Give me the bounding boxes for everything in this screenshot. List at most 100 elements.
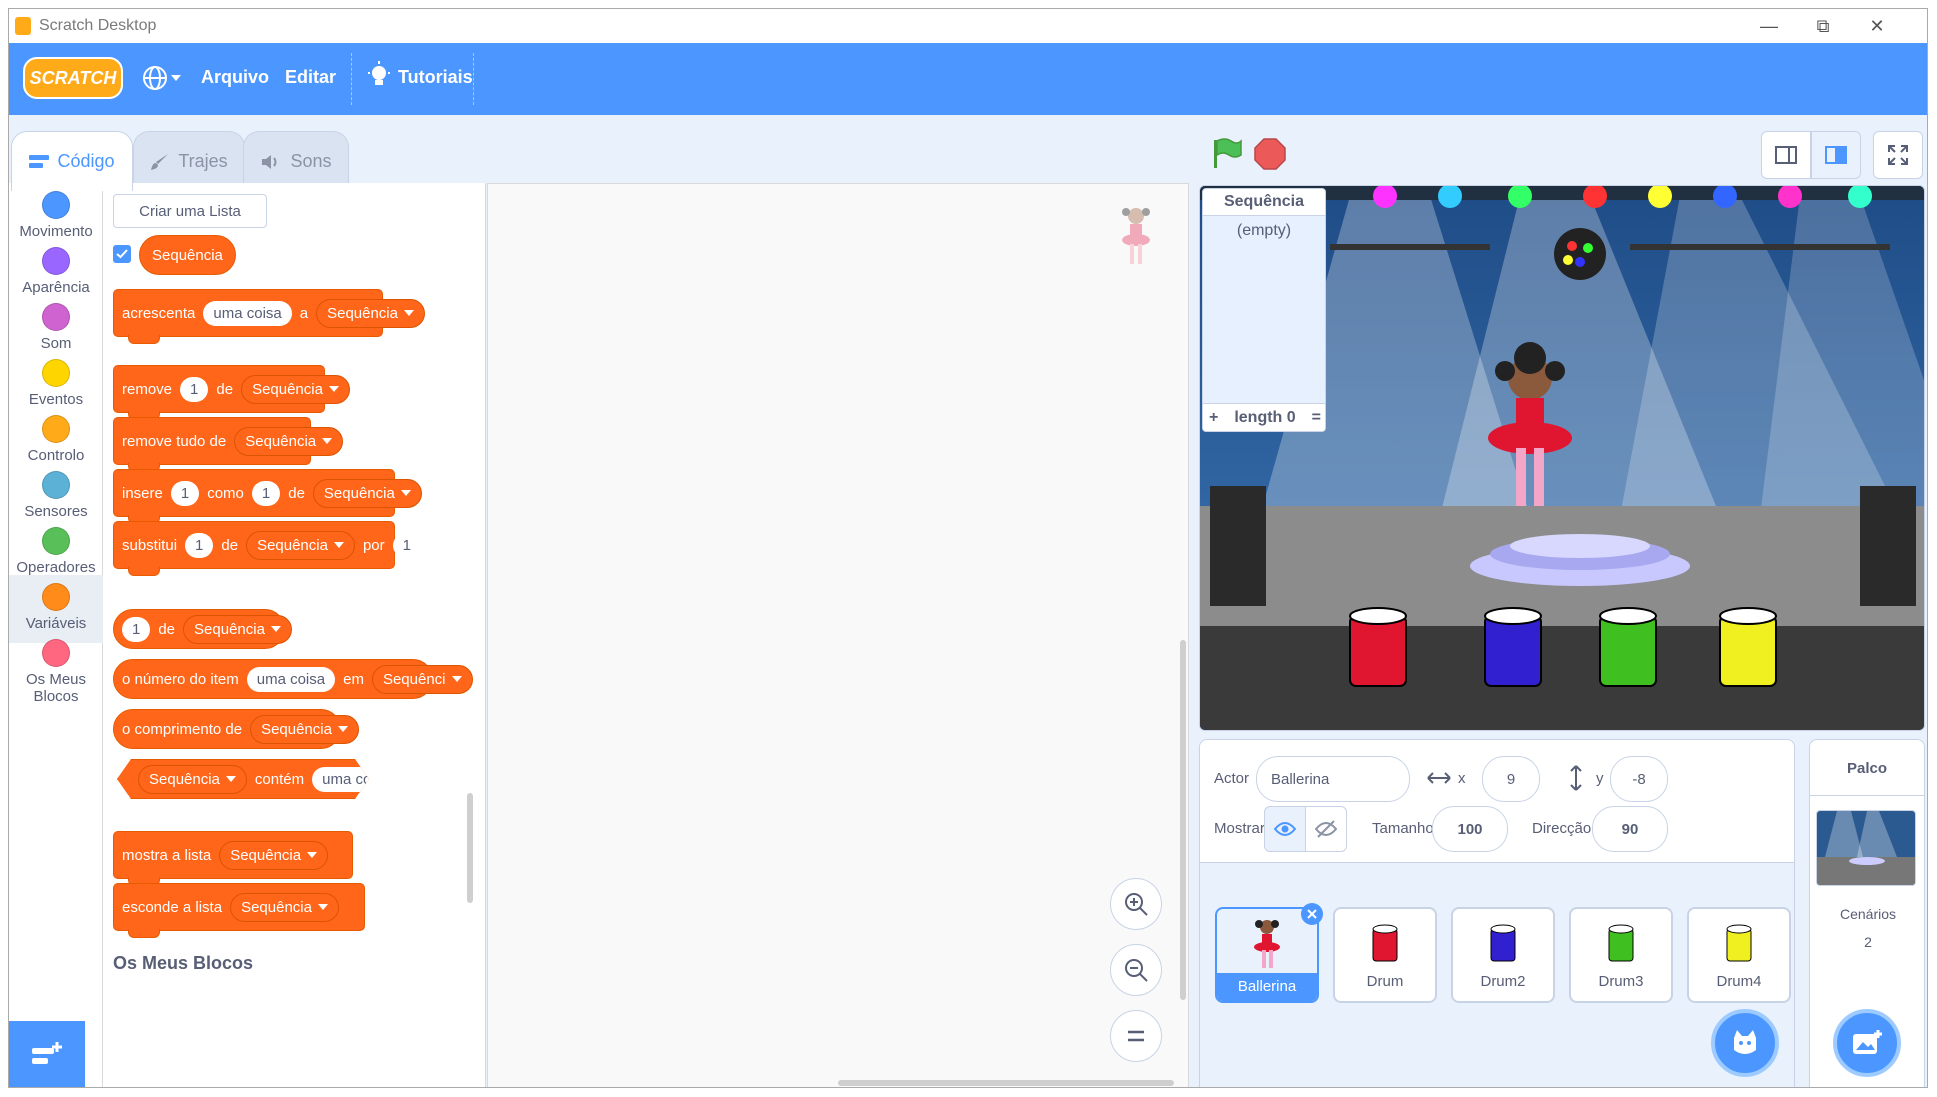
list-add-button[interactable]: + <box>1209 409 1218 427</box>
choose-sprite-button[interactable] <box>1711 1009 1779 1077</box>
tab-code-label: Código <box>57 151 115 171</box>
minimize-button[interactable]: — <box>1747 9 1791 43</box>
index-input[interactable]: 1 <box>180 376 209 402</box>
sprite-name-input[interactable]: Ballerina <box>1256 756 1410 802</box>
list-dropdown[interactable]: Sequênci <box>371 664 473 694</box>
close-button[interactable]: ✕ <box>1855 9 1899 43</box>
stage-canvas[interactable]: Sequência (empty) + length 0 = <box>1199 185 1925 731</box>
insert-item-block[interactable]: insere 1 como 1 de Sequência <box>113 469 422 524</box>
app-icon <box>15 17 31 35</box>
direction-input[interactable]: 90 <box>1592 806 1668 852</box>
script-horizontal-scrollbar[interactable] <box>838 1080 1174 1086</box>
add-value-input[interactable]: uma coisa <box>203 300 292 326</box>
sprite-tile-drum4[interactable]: Drum4 <box>1687 907 1791 1003</box>
stage-thumbnail[interactable] <box>1816 810 1916 886</box>
window-title: Scratch Desktop <box>39 17 157 34</box>
show-hidden-button[interactable] <box>1305 806 1347 852</box>
sprite-tile-drum2[interactable]: Drum2 <box>1451 907 1555 1003</box>
drum-thumbnail-icon <box>1726 924 1752 962</box>
palette-scrollbar[interactable] <box>467 793 473 903</box>
x-label: x <box>1458 770 1466 787</box>
list-dropdown[interactable]: Sequência <box>241 374 350 404</box>
list-checkbox[interactable] <box>113 245 131 263</box>
category-color-dot-icon <box>42 527 70 555</box>
sprite-ghost-icon <box>1116 204 1156 273</box>
insert-index-input[interactable]: 1 <box>251 480 281 506</box>
large-stage-button[interactable] <box>1811 131 1861 179</box>
zoom-out-button[interactable] <box>1110 944 1162 996</box>
list-reporter-label: Sequência <box>152 246 223 264</box>
maximize-button[interactable]: ⧉ <box>1801 9 1845 43</box>
delete-sprite-button[interactable] <box>1301 903 1323 925</box>
item-number-block[interactable]: o número do item uma coisa em Sequênci <box>113 659 473 699</box>
stop-icon[interactable] <box>1253 137 1287 176</box>
remove-all-block[interactable]: remove tudo de Sequência <box>113 417 344 472</box>
list-dropdown[interactable]: Sequência <box>219 840 329 870</box>
list-dropdown[interactable]: Sequência <box>246 530 355 560</box>
scratch-desktop-window: Scratch Desktop — ⧉ ✕ SCRATCH Arquivo Ed… <box>0 0 1937 1097</box>
list-monitor-empty: (empty) <box>1236 222 1292 239</box>
tab-costumes[interactable]: Trajes <box>133 131 245 191</box>
category-label: Eventos <box>28 391 84 408</box>
list-length-block[interactable]: o comprimento de Sequência <box>113 709 359 749</box>
fullscreen-button[interactable] <box>1873 131 1923 179</box>
make-list-button[interactable]: Criar uma Lista <box>113 194 267 228</box>
sprite-tile-drum[interactable]: Drum <box>1333 907 1437 1003</box>
category-item[interactable]: Os Meus Blocos <box>9 631 103 705</box>
hide-list-block[interactable]: esconde a lista Sequência <box>113 883 365 938</box>
show-visible-button[interactable] <box>1264 806 1306 852</box>
contains-value-input[interactable]: uma coisa <box>312 767 400 792</box>
list-resize-handle[interactable]: = <box>1312 409 1321 427</box>
show-list-block[interactable]: mostra a lista Sequência <box>113 831 353 886</box>
stage-title: Palco <box>1810 740 1924 796</box>
sprite-tile-drum3[interactable]: Drum3 <box>1569 907 1673 1003</box>
replace-value-input[interactable]: 1 <box>392 532 421 558</box>
size-input[interactable]: 100 <box>1432 806 1508 852</box>
list-dropdown[interactable]: Sequência <box>316 298 425 328</box>
brush-icon <box>151 153 169 170</box>
tab-costumes-label: Trajes <box>178 151 228 171</box>
zoom-reset-button[interactable] <box>1110 1010 1162 1062</box>
item-index-input[interactable]: 1 <box>122 616 151 642</box>
language-globe-icon[interactable] <box>141 61 185 95</box>
list-dropdown[interactable]: Sequência <box>138 765 247 794</box>
remove-item-block[interactable]: remove 1 de Sequência <box>113 365 350 420</box>
add-extension-button[interactable] <box>9 1021 85 1087</box>
list-dropdown[interactable]: Sequência <box>234 426 344 456</box>
script-vertical-scrollbar[interactable] <box>1180 640 1186 1000</box>
small-stage-icon <box>1775 146 1797 164</box>
add-to-list-block[interactable]: acrescenta uma coisa a Sequência <box>113 289 425 344</box>
replace-item-block[interactable]: substitui 1 de Sequência por 1 <box>113 521 421 576</box>
small-stage-button[interactable] <box>1761 131 1811 179</box>
tab-sounds[interactable]: Sons <box>243 131 349 191</box>
block-text: como <box>207 484 244 502</box>
block-text: contém <box>254 770 305 788</box>
green-flag-icon[interactable] <box>1209 137 1243 176</box>
list-contains-block[interactable]: Sequência contém uma coisa <box>117 759 369 799</box>
y-input[interactable]: -8 <box>1610 756 1668 802</box>
item-of-list-block[interactable]: 1 de Sequência <box>113 609 292 649</box>
replace-index-input[interactable]: 1 <box>185 532 214 558</box>
tab-sounds-label: Sons <box>290 151 332 171</box>
item-number-value-input[interactable]: uma coisa <box>246 666 336 692</box>
menu-tutorials[interactable]: Tutoriais <box>398 67 473 88</box>
list-dropdown[interactable]: Sequência <box>312 478 422 508</box>
tab-code[interactable]: Código <box>11 131 133 191</box>
x-input[interactable]: 9 <box>1482 756 1540 802</box>
script-area[interactable] <box>487 183 1189 1087</box>
sprite-tile-ballerina[interactable]: Ballerina <box>1215 903 1323 1003</box>
list-dropdown[interactable]: Sequência <box>250 714 359 744</box>
zoom-in-button[interactable] <box>1110 878 1162 930</box>
block-text: de <box>158 620 176 638</box>
menu-divider <box>473 53 474 105</box>
scratch-logo[interactable]: SCRATCH <box>23 57 123 99</box>
insert-value-input[interactable]: 1 <box>170 480 200 506</box>
list-reporter-block[interactable]: Sequência <box>139 235 236 275</box>
menu-file[interactable]: Arquivo <box>201 67 269 88</box>
choose-backdrop-button[interactable] <box>1833 1009 1901 1077</box>
list-monitor[interactable]: Sequência (empty) + length 0 = <box>1202 188 1326 432</box>
list-dropdown[interactable]: Sequência <box>230 892 339 922</box>
menu-edit[interactable]: Editar <box>285 67 336 88</box>
list-dropdown[interactable]: Sequência <box>183 614 292 644</box>
block-text: a <box>299 304 309 322</box>
